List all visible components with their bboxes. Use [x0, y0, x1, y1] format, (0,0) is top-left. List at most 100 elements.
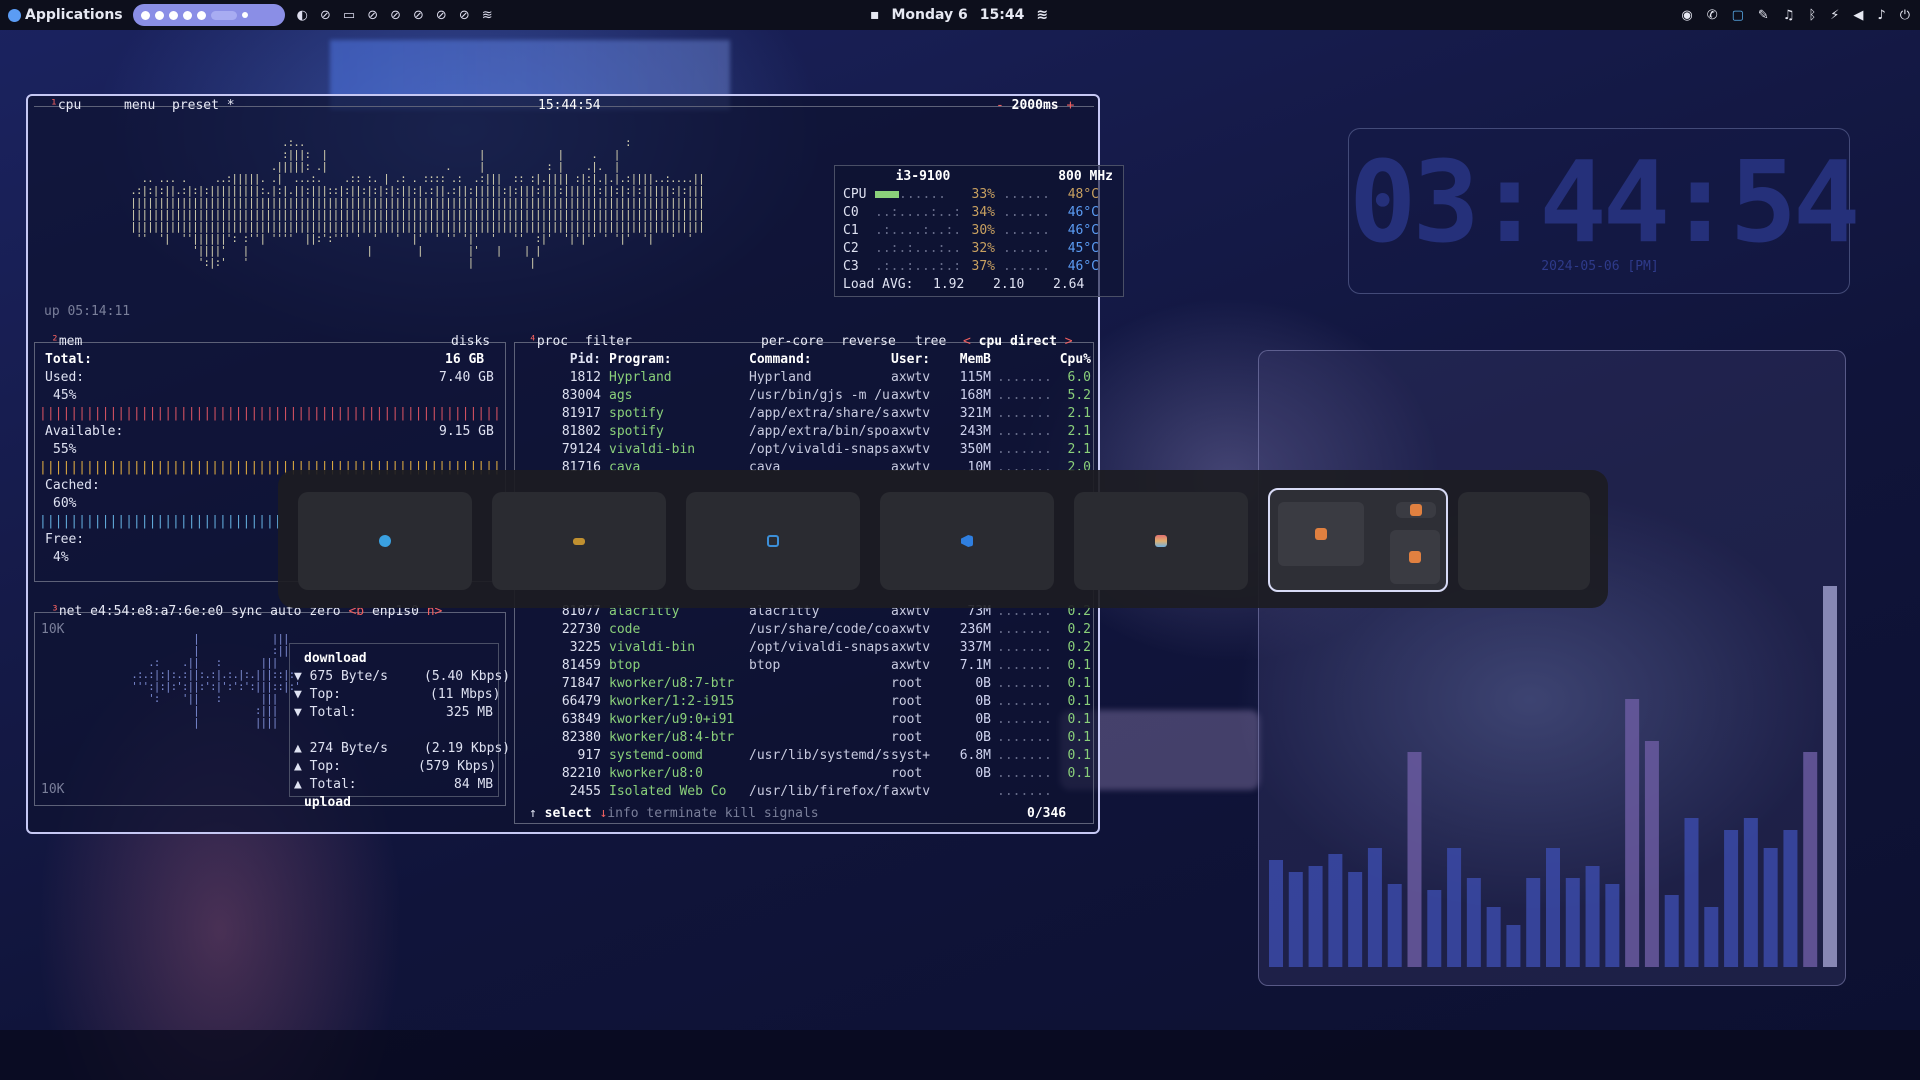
workspace-tile-6-active[interactable]: [1268, 488, 1448, 592]
volume-icon[interactable]: ◀: [1853, 8, 1863, 23]
headphones-icon[interactable]: ♫: [1783, 8, 1795, 23]
process-cpu: 0.1: [1067, 676, 1091, 691]
phone-icon[interactable]: ✆: [1707, 8, 1718, 23]
visualizer-bar: [1387, 884, 1402, 967]
process-row[interactable]: 917 systemd-oomd/usr/lib/systemd/sys syst+…: [521, 747, 1091, 765]
preset-button[interactable]: preset *: [172, 97, 235, 115]
link-icon[interactable]: ⊘: [390, 8, 401, 23]
top-clock[interactable]: ▪ Monday 6 15:44 ≋: [870, 0, 1048, 30]
process-row[interactable]: 79124 vivaldi-bin/opt/vivaldi-snapsho axwt…: [521, 441, 1091, 459]
signals-button[interactable]: signals: [764, 806, 819, 821]
col-user[interactable]: User:: [891, 351, 951, 369]
col-command[interactable]: Command:: [741, 351, 891, 369]
process-row[interactable]: 81917 spotify/app/extra/share/spo axwtv 321…: [521, 405, 1091, 423]
proc-title: proc: [536, 334, 569, 349]
terminate-button[interactable]: terminate: [646, 806, 716, 821]
interval-control[interactable]: - 2000ms +: [996, 97, 1074, 115]
process-program: kworker/u8:0: [609, 766, 703, 781]
process-command: [741, 711, 891, 729]
window-preview[interactable]: [1396, 502, 1436, 518]
workspace-dot[interactable]: [196, 10, 206, 20]
filter-button[interactable]: filter: [585, 333, 632, 351]
select-button[interactable]: select: [545, 806, 592, 821]
workspace-dot[interactable]: [154, 10, 164, 20]
btop-window[interactable]: ¹cpu menu preset * 15:44:54 - 2000ms + .…: [26, 94, 1124, 834]
power-icon[interactable]: ⏻: [1900, 8, 1910, 23]
workspace-dot-active[interactable]: [210, 10, 237, 20]
process-row[interactable]: 82380 kworker/u8:4-btr root 0B....... 0.1: [521, 729, 1091, 747]
per-core-toggle[interactable]: per-core: [761, 333, 824, 351]
workspace-tile-2[interactable]: [492, 492, 666, 590]
sort-next[interactable]: >: [1065, 334, 1073, 349]
alacritty-icon: [1410, 504, 1422, 516]
mic-icon[interactable]: ♪: [1877, 8, 1885, 23]
workspace-tile-5[interactable]: [1074, 492, 1248, 590]
screen-icon[interactable]: ▢: [1732, 8, 1744, 23]
applications-menu[interactable]: Applications: [8, 7, 123, 23]
net-stats-panel: download ▼ 675 Byte/s (5.40 Kbps) ▼ Top:…: [289, 643, 510, 810]
firefox-icon[interactable]: ◐: [297, 8, 308, 23]
disks-toggle[interactable]: disks: [451, 333, 490, 351]
window-preview[interactable]: [1390, 530, 1440, 584]
wifi-icon[interactable]: ≋: [482, 8, 493, 23]
col-mem[interactable]: MemB: [951, 351, 991, 369]
link-icon[interactable]: ⊘: [436, 8, 447, 23]
mem-box-title[interactable]: ²mem: [51, 333, 82, 351]
kill-button[interactable]: kill: [725, 806, 756, 821]
pen-icon[interactable]: ✎: [1758, 8, 1769, 23]
process-row[interactable]: 71847 kworker/u8:7-btr root 0B....... 0.1: [521, 675, 1091, 693]
process-graph: .......: [997, 658, 1052, 673]
process-row[interactable]: 83004 ags/usr/bin/gjs -m /usr axwtv 168M...…: [521, 387, 1091, 405]
process-row[interactable]: 63849 kworker/u9:0+i91 root 0B....... 0.1: [521, 711, 1091, 729]
sort-prev[interactable]: <: [963, 334, 971, 349]
interval-plus[interactable]: +: [1066, 98, 1074, 113]
process-row[interactable]: 81802 spotify/app/extra/bin/spoti axwtv 243…: [521, 423, 1091, 441]
process-user: axwtv: [891, 424, 931, 439]
col-pid[interactable]: Pid:: [521, 351, 601, 369]
sort-selector[interactable]: < cpu direct >: [963, 333, 1073, 351]
net-hotkey: ³: [51, 604, 59, 619]
workspace-tile-7[interactable]: [1458, 492, 1590, 590]
tree-toggle[interactable]: tree: [915, 333, 946, 351]
workspace-dot[interactable]: [182, 10, 192, 20]
workspace-dot[interactable]: [168, 10, 178, 20]
workspace-indicator[interactable]: [132, 4, 285, 26]
workspace-dot[interactable]: [241, 12, 248, 18]
process-row[interactable]: 66479 kworker/1:2-i915 root 0B....... 0.1: [521, 693, 1091, 711]
workspace-tile-3[interactable]: [686, 492, 860, 590]
interval-minus[interactable]: -: [996, 98, 1004, 113]
col-program[interactable]: Program:: [601, 351, 741, 369]
reverse-toggle[interactable]: reverse: [841, 333, 896, 351]
process-row[interactable]: 22730 code/usr/share/code/code axwtv 236M..…: [521, 621, 1091, 639]
process-row[interactable]: 2455 Isolated Web Co/usr/lib/firefox/fir a…: [521, 783, 1091, 801]
col-cpu[interactable]: Cpu%: [1051, 351, 1091, 369]
bluetooth-icon[interactable]: ᛒ: [1808, 8, 1816, 23]
workspace-dot[interactable]: [140, 10, 150, 20]
process-row[interactable]: 81459 btop btop axwtv 7.1M....... 0.1: [521, 657, 1091, 675]
desktop-clock-date: 2024-05-06 [PM]: [1541, 259, 1659, 274]
network-icon[interactable]: ⚡: [1830, 8, 1839, 23]
mem-title: mem: [58, 334, 83, 349]
workspace-tile-1[interactable]: [298, 492, 472, 590]
menu-button[interactable]: menu: [124, 97, 155, 115]
cpu-box-title[interactable]: ¹cpu: [50, 97, 81, 115]
link-icon[interactable]: ⊘: [320, 8, 331, 23]
wifi-icon[interactable]: ≋: [1036, 7, 1048, 23]
workspace-tile-4[interactable]: [880, 492, 1054, 590]
link-icon[interactable]: ⊘: [459, 8, 470, 23]
proc-box-title[interactable]: ⁴proc: [529, 333, 568, 351]
net-sync[interactable]: sync: [231, 604, 262, 619]
notification-icon[interactable]: ▪: [870, 7, 880, 23]
window-preview[interactable]: [1278, 502, 1364, 566]
process-row[interactable]: 1812 Hyprland Hyprland axwtv 115M....... 6.0: [521, 369, 1091, 387]
link-icon[interactable]: ⊘: [367, 8, 378, 23]
link-icon[interactable]: ⊘: [413, 8, 424, 23]
folder-icon[interactable]: ▭: [343, 8, 355, 23]
process-graph: .......: [997, 730, 1052, 745]
process-row[interactable]: 3225 vivaldi-bin/opt/vivaldi-snapsho axwtv…: [521, 639, 1091, 657]
shield-icon[interactable]: ◉: [1681, 8, 1692, 23]
info-button[interactable]: info: [607, 806, 638, 821]
upload-rate: 274 Byte/s: [309, 741, 388, 756]
mem-used-bar: ||||||||||||||||||||||||||||||||||||||||…: [39, 406, 499, 421]
process-row[interactable]: 82210 kworker/u8:0 root 0B....... 0.1: [521, 765, 1091, 783]
